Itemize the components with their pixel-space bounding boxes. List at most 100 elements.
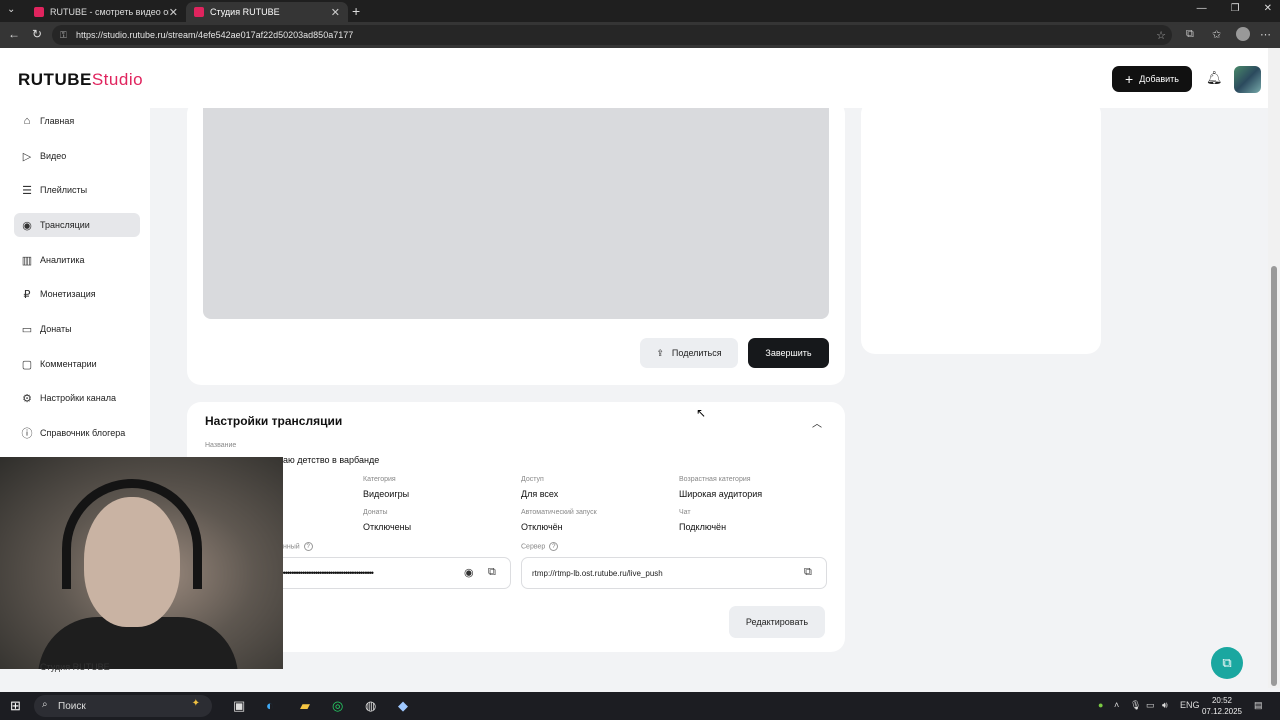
sidebar-item-studio-partial[interactable]: Студия RUTUBE [40,662,110,672]
collapse-chevron-icon[interactable]: ︿ [812,415,822,430]
comment-icon: ▢ [21,358,33,371]
broadcast-icon: ◉ [22,219,32,232]
language-indicator[interactable]: ENG [1180,700,1200,710]
sidebar-item-label: Комментарии [40,359,97,369]
server-url: rtmp://rtmp-lb.ost.rutube.ru/live_push [532,569,663,578]
volume-icon[interactable]: 🔊︎ [1162,700,1168,711]
sidebar-item-label: Справочник блогера [40,428,126,438]
windows-start-icon[interactable]: ⊞ [10,698,21,714]
sidebar-item-monetization[interactable]: ₽ Монетизация [14,282,140,306]
add-button-label: Добавить [1139,74,1179,84]
age-label: Возрастная категория [679,476,751,483]
access-value: Для всех [521,489,559,499]
notifications-bell-icon[interactable]: 🔔︎ [1206,70,1223,86]
help-icon[interactable]: ? [549,542,559,551]
url-text: https://studio.rutube.ru/stream/4efe542a… [76,30,354,40]
scroll-thumb[interactable] [1271,266,1277,686]
tray-chevron-icon[interactable]: ˄ [1114,700,1119,710]
back-icon[interactable]: ← [8,27,20,41]
headphones [62,479,202,589]
help-icon[interactable]: ? [303,542,313,551]
sidebar-item-home[interactable]: ⌂ Главная [14,109,140,133]
sidebar-item-label: Видео [40,151,67,161]
close-tab-icon[interactable]: ✕ [331,6,340,19]
sidebar-item-label: Главная [40,116,75,126]
taskbar-clock[interactable]: 20:52 07.12.2025 [1200,695,1244,717]
home-icon: ⌂ [23,115,31,127]
file-explorer-icon[interactable]: ▰ [300,698,310,714]
more-menu-icon[interactable]: ⋯ [1260,28,1271,41]
notification-center-icon[interactable]: ▤ [1254,700,1263,711]
channel-avatar[interactable] [1234,66,1261,93]
stream-key-label-text: нный [283,543,300,551]
sidebar-item-analytics[interactable]: ▥ Аналитика [14,248,140,272]
steam-icon[interactable]: ◆ [398,698,408,714]
reload-icon[interactable]: ↻ [32,27,42,41]
split-view-icon[interactable]: ⧉ [1186,28,1194,41]
playlist-icon: ☰ [22,184,32,197]
sidebar-item-blogger-guide[interactable]: ⓘ Справочник блогера [14,421,140,445]
sidebar-item-comments[interactable]: ▢ Комментарии [14,352,140,376]
browser-tab-studio[interactable]: Студия RUTUBE ✕ [186,2,348,22]
server-label-text: Сервер [521,543,546,551]
windows-taskbar: ⊞ ⌕ Поиск ✦ ▣ ◐ ▰ ◎ ◍ ◆ ● ˄ 🎙︎ ▭ 🔊︎ ENG … [0,692,1280,720]
sidebar-item-channel-settings[interactable]: ⚙ Настройки канала [14,386,140,410]
category-label: Категория [363,476,396,483]
studio-favicon-icon [194,7,204,17]
tray-app-icon[interactable]: ● [1098,700,1103,710]
donate-icon: ▭ [21,323,33,336]
maximize-icon[interactable]: ❐ [1231,3,1240,14]
donates-value: Отключены [363,522,412,532]
favorites-icon[interactable]: ✩ [1212,28,1221,41]
tab-title: Студия RUTUBE [210,7,280,17]
minimize-icon[interactable]: — [1197,3,1207,14]
stream-key-field[interactable]: ••••••••••••••••••••••••••••••••••••••••… [267,557,511,589]
site-info-icon[interactable]: ⚿ [60,30,67,41]
url-field[interactable]: ⚿ https://studio.rutube.ru/stream/4efe54… [52,25,1172,45]
sidebar-item-broadcasts[interactable]: ◉ Трансляции [14,213,140,237]
logo-studio: Studio [91,70,144,89]
sidebar-item-donates[interactable]: ▭ Донаты [14,317,140,341]
sidebar-item-playlists[interactable]: ☰ Плейлисты [14,178,140,202]
chat-label: Чат [679,509,691,516]
info-icon: ⓘ [21,428,33,440]
bookmark-star-icon[interactable]: ☆ [1156,29,1166,42]
task-view-icon[interactable]: ▣ [233,698,245,714]
new-tab-icon[interactable]: + [352,3,360,19]
rutube-studio-logo[interactable]: RUTUBEStudio [18,70,143,90]
gear-icon: ⚙ [22,392,32,405]
video-icon: ▷ [22,150,32,163]
browser-tab-bar: ⌄ RUTUBE - смотреть видео онлайн ✕ Студи… [0,0,1280,22]
finish-stream-button[interactable]: Завершить [748,338,829,368]
obs-icon[interactable]: ◍ [365,698,376,714]
settings-title: Настройки трансляции [205,414,343,428]
app-header: RUTUBEStudio + Добавить 🔔︎ [0,48,1280,108]
show-key-eye-icon[interactable]: ◉ [464,566,474,579]
age-value: Широкая аудитория [679,489,763,499]
network-icon[interactable]: ▭ [1146,700,1155,711]
close-window-icon[interactable]: ✕ [1264,3,1272,14]
edit-label: Редактировать [745,617,809,627]
sidebar-item-label: Настройки канала [40,393,117,403]
edge-browser-icon[interactable]: ◐ [266,698,274,713]
sidebar-item-label: Донаты [40,324,72,334]
edit-button[interactable]: Редактировать [729,606,825,638]
microphone-icon[interactable]: 🎙︎ [1130,700,1141,711]
tab-title: RUTUBE - смотреть видео онлайн [50,7,169,17]
close-tab-icon[interactable]: ✕ [169,6,178,19]
sidebar-item-video[interactable]: ▷ Видео [14,144,140,168]
rutube-favicon-icon [34,7,44,17]
tab-menu-chevron-icon[interactable]: ⌄ [7,4,15,15]
add-button[interactable]: + Добавить [1112,66,1192,92]
server-field[interactable]: rtmp://rtmp-lb.ost.rutube.ru/live_push ⧉ [521,557,827,589]
share-button[interactable]: ⇪ Поделиться [640,338,738,368]
browser-tab-rutube[interactable]: RUTUBE - смотреть видео онлайн ✕ [26,2,186,22]
page-scrollbar[interactable] [1268,48,1280,688]
taskbar-search[interactable]: ⌕ Поиск ✦ [34,695,212,717]
stream-preview[interactable] [203,108,829,319]
support-chat-button[interactable]: ⧉ [1211,647,1243,679]
whatsapp-icon[interactable]: ◎ [332,698,343,714]
copy-server-icon[interactable]: ⧉ [804,566,812,579]
copy-key-icon[interactable]: ⧉ [488,566,496,579]
profile-avatar[interactable] [1236,27,1250,41]
